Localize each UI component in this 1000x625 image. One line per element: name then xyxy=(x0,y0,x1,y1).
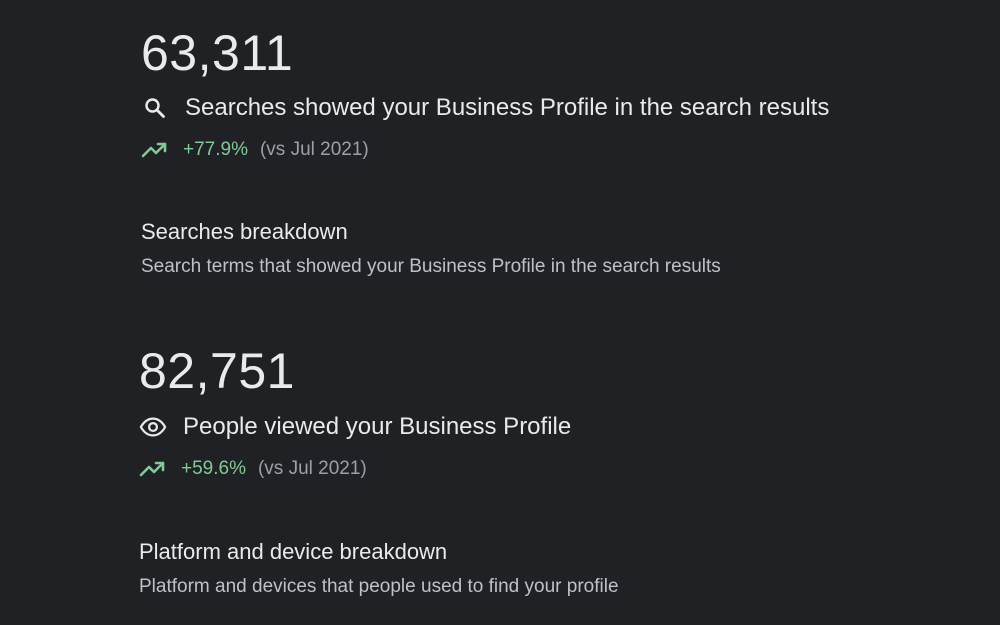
views-trend: +59.6% (vs Jul 2021) xyxy=(139,458,367,480)
searches-breakdown-title[interactable]: Searches breakdown xyxy=(141,219,348,245)
views-count: 82,751 xyxy=(139,343,295,399)
searches-count: 63,311 xyxy=(141,25,294,81)
views-metric-label: People viewed your Business Profile xyxy=(139,413,571,441)
views-trend-percent: +59.6% xyxy=(181,458,246,479)
trending-up-icon xyxy=(141,140,169,160)
searches-breakdown-subtitle: Search terms that showed your Business P… xyxy=(141,256,721,277)
search-icon xyxy=(141,94,169,122)
searches-trend-compare: (vs Jul 2021) xyxy=(259,139,369,160)
eye-icon xyxy=(139,413,167,441)
searches-trend-percent: +77.9% xyxy=(183,139,248,160)
views-label-text: People viewed your Business Profile xyxy=(183,413,572,440)
views-trend-compare: (vs Jul 2021) xyxy=(257,458,367,479)
platform-breakdown-subtitle: Platform and devices that people used to… xyxy=(139,576,619,597)
searches-trend: +77.9% (vs Jul 2021) xyxy=(141,139,369,161)
platform-breakdown-title[interactable]: Platform and device breakdown xyxy=(139,539,447,565)
performance-page: 63,311 Searches showed your Business Pro… xyxy=(0,0,1000,625)
searches-metric-label: Searches showed your Business Profile in… xyxy=(141,94,829,122)
trending-up-icon xyxy=(139,459,167,479)
searches-label-text: Searches showed your Business Profile in… xyxy=(185,94,830,121)
